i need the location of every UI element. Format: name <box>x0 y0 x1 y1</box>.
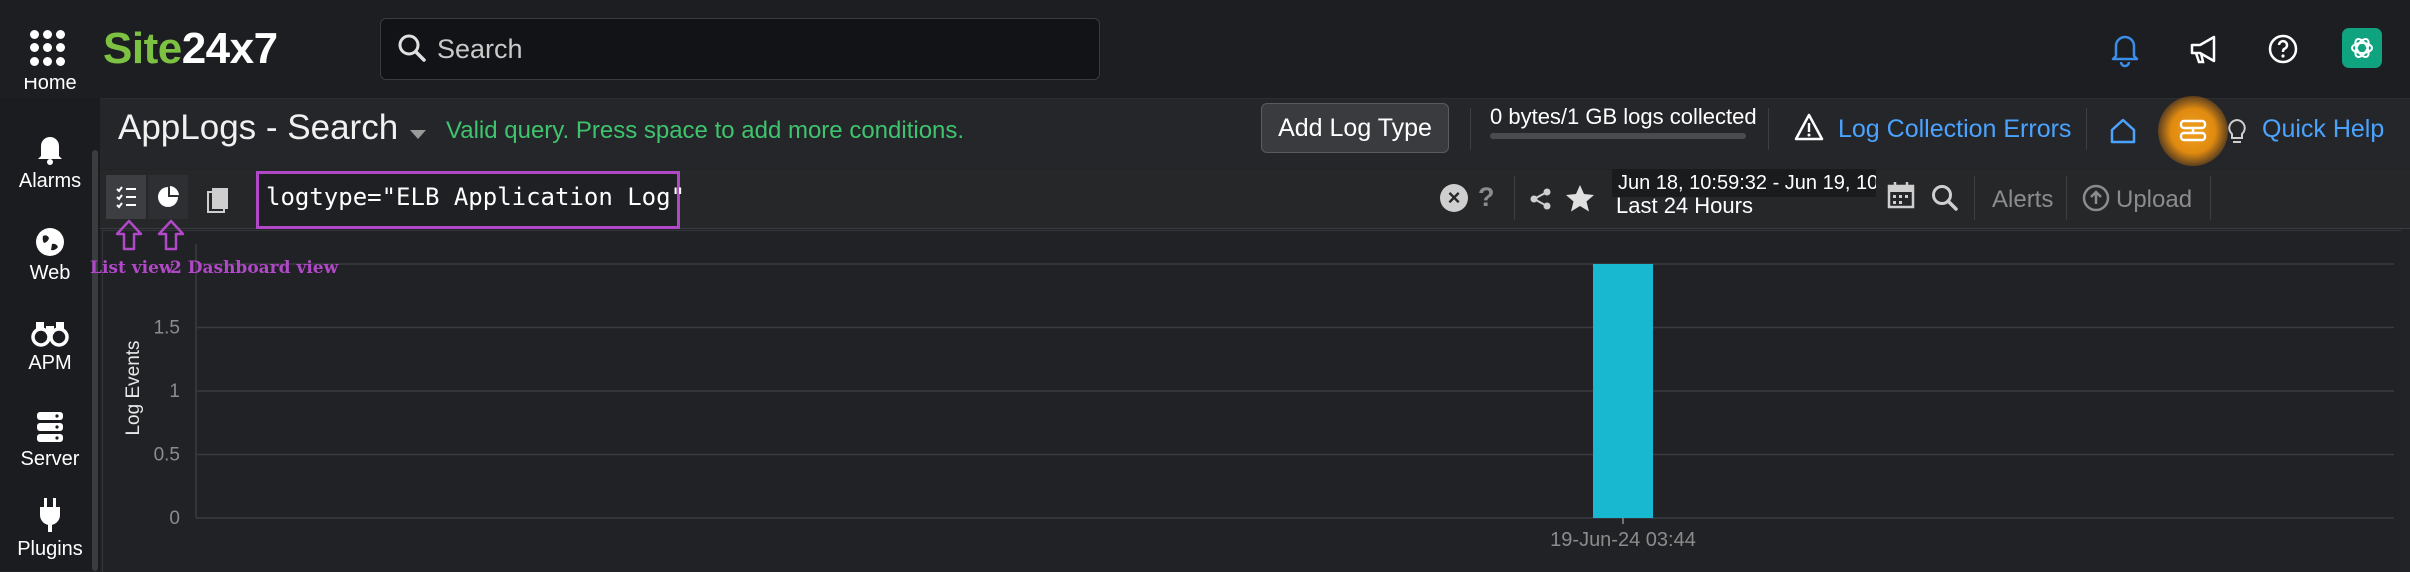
chevron-down-icon[interactable] <box>410 130 426 139</box>
bell-icon[interactable] <box>2102 26 2148 72</box>
nav-item-label: Plugins <box>17 538 83 560</box>
site24x7-logo[interactable]: Site24x7 <box>103 24 278 74</box>
nav-item-label: Web <box>29 262 71 284</box>
date-preset-text[interactable]: Last 24 Hours <box>1616 193 1753 219</box>
dashboard-view-button[interactable] <box>148 175 188 219</box>
query-help-button[interactable]: ? <box>1478 182 1495 213</box>
chart-x-labels: 19-Jun-24 03:44 <box>1550 518 1696 551</box>
star-icon[interactable] <box>1564 182 1596 214</box>
nav-item-server[interactable]: Server <box>0 410 100 471</box>
layers-icon[interactable] <box>2176 114 2210 148</box>
nav-item-label: APM <box>28 352 72 374</box>
query-status-message: Valid query. Press space to add more con… <box>446 117 965 144</box>
chart-y-ticks: 0 0.5 1 1.5 <box>154 318 180 530</box>
chart-y-axis-label: Log Events <box>123 340 144 435</box>
top-bar <box>0 0 2410 99</box>
chart-bar <box>1593 264 1653 518</box>
list-icon <box>116 186 136 209</box>
y-tick-label: 0 <box>169 508 180 529</box>
search-icon[interactable] <box>1930 183 1960 213</box>
plug-icon <box>40 498 60 532</box>
y-tick-label: 1 <box>169 381 180 402</box>
lightbulb-icon <box>2228 118 2246 143</box>
nav-scrollbar[interactable] <box>92 150 98 571</box>
divider <box>2210 176 2211 220</box>
divider <box>1768 108 1769 150</box>
page-title[interactable]: AppLogs - Search <box>118 108 398 148</box>
list-view-button[interactable] <box>106 175 146 219</box>
upload-icon <box>2082 184 2110 212</box>
y-tick-label: 0.5 <box>154 445 180 466</box>
list-view-arrow-icon <box>115 219 143 251</box>
apps-grid-icon[interactable] <box>30 30 66 66</box>
home-outline-icon[interactable] <box>2108 116 2138 146</box>
log-events-chart: 0 0.5 1 1.5 19-Jun-24 03:44 Log Events <box>123 244 2394 551</box>
list-view-annotation: List view <box>90 258 174 278</box>
query-text[interactable]: logtype="ELB Application Log" <box>266 183 685 211</box>
dashboard-view-arrow-icon <box>157 219 185 251</box>
pie-chart-icon <box>158 186 179 207</box>
nav-item-label: Server <box>20 448 80 470</box>
globe-icon <box>36 228 64 256</box>
chatgpt-icon[interactable] <box>2342 28 2382 68</box>
nav-item-label: Alarms <box>18 170 82 192</box>
nav-item-label: Home <box>23 78 77 94</box>
add-log-type-button[interactable]: Add Log Type <box>1261 103 1449 153</box>
server-icon <box>37 412 63 442</box>
binoculars-icon <box>31 322 69 347</box>
search-icon <box>398 34 426 62</box>
upload-button[interactable]: Upload <box>2116 186 2192 214</box>
divider <box>2086 108 2087 150</box>
warning-icon <box>1794 113 1824 141</box>
nav-item-home[interactable]: Home <box>0 78 100 100</box>
search-placeholder: Search <box>437 34 523 64</box>
copy-icon[interactable] <box>204 184 234 214</box>
nav-item-plugins[interactable]: Plugins <box>0 496 100 561</box>
help-icon[interactable] <box>2260 26 2306 72</box>
megaphone-icon[interactable] <box>2182 26 2228 72</box>
logs-collected-text: 0 bytes/1 GB logs collected <box>1490 104 1757 129</box>
divider <box>1974 176 1975 220</box>
bell-icon <box>38 137 62 165</box>
divider <box>2066 176 2067 220</box>
logs-usage-bar <box>1490 133 1746 139</box>
chart-bars <box>1593 264 1653 518</box>
calendar-icon[interactable] <box>1886 180 1916 210</box>
share-icon[interactable] <box>1528 186 1554 212</box>
alerts-button[interactable]: Alerts <box>1992 186 2053 214</box>
nav-item-alarms[interactable]: Alarms <box>0 132 100 193</box>
nav-item-web[interactable]: Web <box>0 226 100 285</box>
y-tick-label: 1.5 <box>154 318 180 339</box>
clear-query-button[interactable]: × <box>1440 184 1468 212</box>
nav-item-apm[interactable]: APM <box>0 318 100 375</box>
divider <box>1470 108 1471 150</box>
log-collection-errors-link[interactable]: Log Collection Errors <box>1838 115 2071 144</box>
quick-help-link[interactable]: Quick Help <box>2262 115 2384 144</box>
divider <box>1514 176 1515 220</box>
dashboard-view-annotation: 2 Dashboard view <box>170 258 339 278</box>
x-tick-label: 19-Jun-24 03:44 <box>1550 529 1696 551</box>
search-input[interactable]: Search <box>380 18 1100 80</box>
chart-grid <box>195 244 2394 519</box>
